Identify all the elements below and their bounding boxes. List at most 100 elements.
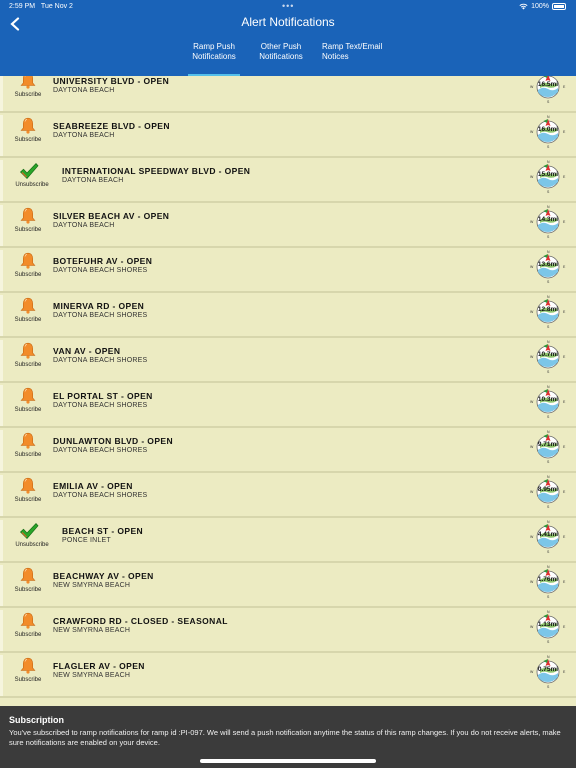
tab-label-line2: Notices [322, 52, 349, 61]
ramp-row[interactable]: Subscribe MINERVA RD - OPEN DAYTONA BEACH … [0, 295, 576, 338]
subscribe-button[interactable]: Subscribe [6, 385, 50, 428]
unsubscribe-button[interactable]: Unsubscribe [6, 160, 50, 203]
bell-icon [20, 297, 36, 314]
compass-north-label: N [547, 655, 550, 659]
subscribe-label: Subscribe [14, 317, 42, 323]
subscribe-button[interactable]: Subscribe [6, 340, 50, 383]
subscribe-button[interactable]: Subscribe [6, 475, 50, 518]
home-indicator[interactable] [200, 759, 376, 763]
subscribe-label: Unsubscribe [15, 182, 49, 188]
subscribe-button[interactable]: Subscribe [6, 430, 50, 473]
wifi-icon [519, 3, 528, 10]
bell-icon [20, 117, 36, 134]
distance-label: 8.95mi [537, 486, 559, 493]
compass-south-label: S [547, 685, 550, 689]
page-title: Alert Notifications [241, 15, 335, 29]
compass-south-label: S [547, 370, 550, 374]
ramp-row[interactable]: Unsubscribe BEACH ST - OPEN PONCE INLET N S E… [0, 520, 576, 563]
ramp-city: DAYTONA BEACH [53, 87, 115, 94]
ramp-row[interactable]: Subscribe EL PORTAL ST - OPEN DAYTONA BEAC… [0, 385, 576, 428]
ramp-row[interactable]: Subscribe EMILIA AV - OPEN DAYTONA BEACH S… [0, 475, 576, 518]
subscribe-button[interactable]: Subscribe [6, 76, 50, 113]
subscribe-button[interactable]: Subscribe [6, 250, 50, 293]
status-indicators: 100% [519, 3, 566, 10]
compass-south-label: S [547, 460, 550, 464]
bell-icon [20, 612, 36, 629]
compass-south-label: S [547, 505, 550, 509]
subscribe-label: Subscribe [14, 362, 42, 368]
tab-label-line1: Other Push [260, 42, 302, 51]
compass-north-label: N [547, 160, 550, 164]
bell-icon [20, 567, 36, 584]
multitasking-dots-icon[interactable]: ••• [282, 1, 294, 11]
bell-icon [20, 342, 36, 359]
compass-south-label: S [547, 280, 550, 284]
bell-icon [20, 207, 36, 224]
ramp-row[interactable]: Subscribe SEABREEZE BLVD - OPEN DAYTONA BE… [0, 115, 576, 158]
ramp-name: UNIVERSITY BLVD - OPEN [53, 76, 170, 86]
subscribe-button[interactable]: Subscribe [6, 115, 50, 158]
ramp-row[interactable]: Subscribe FLAGLER AV - OPEN NEW SMYRNA BEA… [0, 655, 576, 698]
ramp-name: CRAWFORD RD - CLOSED - SEASONAL [53, 616, 228, 626]
subscribe-label: Subscribe [14, 407, 42, 413]
compass-north-label: N [547, 295, 550, 299]
compass-south-label: S [547, 235, 550, 239]
tab-label-line1: Ramp Text/Email [322, 42, 383, 51]
tab-ramp-push-notifications[interactable]: Ramp Push Notifications [188, 42, 240, 76]
subscribe-button[interactable]: Subscribe [6, 565, 50, 608]
ramp-row[interactable]: Subscribe CRAWFORD RD - CLOSED - SEASONAL… [0, 610, 576, 653]
subscribe-button[interactable]: Subscribe [6, 610, 50, 653]
ramp-row[interactable]: Subscribe VAN AV - OPEN DAYTONA BEACH SHOR… [0, 340, 576, 383]
ramp-row[interactable]: Subscribe BOTEFUHR AV - OPEN DAYTONA BEACH… [0, 250, 576, 293]
distance-label: 1.76mi [537, 576, 559, 583]
compass-north-label: N [547, 205, 550, 209]
ramp-city: DAYTONA BEACH [53, 132, 115, 139]
toast-title: Subscription [9, 715, 65, 725]
ramp-row[interactable]: Subscribe SILVER BEACH AV - OPEN DAYTONA B… [0, 205, 576, 248]
compass-south-label: S [547, 640, 550, 644]
compass-north-label: N [547, 475, 550, 479]
distance-label: 10.3mi [537, 396, 559, 403]
ramp-city: DAYTONA BEACH SHORES [53, 312, 148, 319]
tab-label-line2: Notifications [259, 52, 303, 61]
compass-north-label: N [547, 565, 550, 569]
distance-label: 12.8mi [537, 306, 559, 313]
subscribe-button[interactable]: Subscribe [6, 295, 50, 338]
subscribe-label: Subscribe [14, 587, 42, 593]
bell-icon [20, 76, 36, 89]
tab-other-push-notifications[interactable]: Other Push Notifications [254, 42, 308, 76]
tab-ramp-text-email-notices[interactable]: Ramp Text/Email Notices [322, 42, 388, 76]
app-header: 2:59 PM Tue Nov 2 ••• 100% Alert Notific… [0, 0, 576, 76]
ramp-row[interactable]: Unsubscribe INTERNATIONAL SPEEDWAY BLVD -… [0, 160, 576, 203]
subscribe-button[interactable]: Subscribe [6, 655, 50, 698]
bell-icon [20, 477, 36, 494]
subscribe-label: Subscribe [14, 92, 42, 98]
compass-south-label: S [547, 190, 550, 194]
compass-south-label: S [547, 415, 550, 419]
ramp-city: NEW SMYRNA BEACH [53, 672, 131, 679]
compass-south-label: S [547, 145, 550, 149]
ramp-city: DAYTONA BEACH [53, 222, 115, 229]
ramp-city: DAYTONA BEACH SHORES [53, 357, 148, 364]
compass-north-label: N [547, 250, 550, 254]
unsubscribe-button[interactable]: Unsubscribe [6, 520, 50, 563]
bell-icon [20, 657, 36, 674]
ramp-city: DAYTONA BEACH SHORES [53, 492, 148, 499]
battery-icon [552, 3, 566, 10]
compass-icon [536, 76, 560, 99]
subscribe-button[interactable]: Subscribe [6, 205, 50, 248]
ramp-row[interactable]: Subscribe UNIVERSITY BLVD - OPEN DAYTONA B… [0, 76, 576, 113]
checkmark-icon [19, 162, 39, 180]
bell-icon [20, 252, 36, 269]
distance-label: 0.75mi [537, 666, 559, 673]
ramp-list[interactable]: Subscribe UNIVERSITY BLVD - OPEN DAYTONA B… [0, 76, 576, 706]
ramp-name: VAN AV - OPEN [53, 346, 121, 356]
ramp-row[interactable]: Subscribe DUNLAWTON BLVD - OPEN DAYTONA BE… [0, 430, 576, 473]
compass-south-label: S [547, 550, 550, 554]
compass-south-label: S [547, 325, 550, 329]
bell-icon [20, 387, 36, 404]
distance-label: 13.6mi [537, 261, 559, 268]
subscribe-label: Subscribe [14, 227, 42, 233]
subscribe-label: Subscribe [14, 632, 42, 638]
ramp-row[interactable]: Subscribe BEACHWAY AV - OPEN NEW SMYRNA BE… [0, 565, 576, 608]
